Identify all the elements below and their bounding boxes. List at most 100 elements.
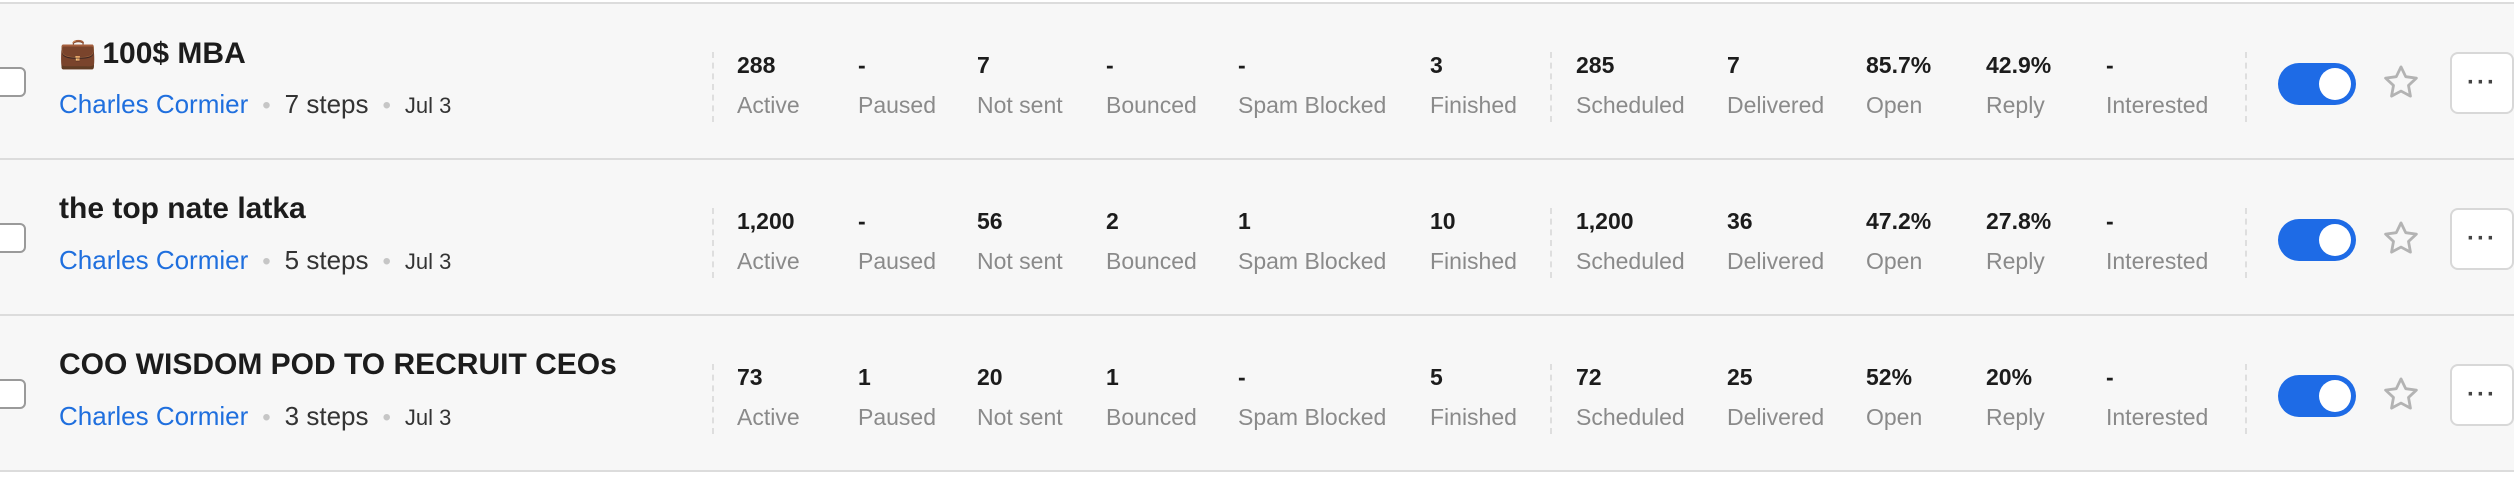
stat-value: 52% <box>1866 364 1913 390</box>
stat-label: Finished <box>1430 92 1517 118</box>
star-icon[interactable] <box>2380 218 2422 260</box>
sequence-title-text[interactable]: COO WISDOM POD TO RECRUIT CEOs <box>59 348 617 381</box>
stat-bounced: - Bounced <box>1106 52 1197 119</box>
stat-value: 72 <box>1576 364 1602 390</box>
stat-label: Active <box>737 248 800 274</box>
stats-divider <box>1550 364 1552 434</box>
stat-delivered: 36 Delivered <box>1727 208 1824 275</box>
stat-finished: 3 Finished <box>1430 52 1517 119</box>
stat-value: 56 <box>977 208 1003 234</box>
stat-label: Scheduled <box>1576 92 1685 118</box>
stat-value: 85.7% <box>1866 52 1932 78</box>
stat-reply: 42.9% Reply <box>1986 52 2051 119</box>
stat-paused: 1 Paused <box>858 364 936 431</box>
step-count: 3 steps <box>284 401 369 431</box>
stat-active: 73 Active <box>737 364 800 431</box>
stat-paused: - Paused <box>858 208 936 275</box>
stat-bounced: 2 Bounced <box>1106 208 1197 275</box>
star-icon[interactable] <box>2380 62 2422 104</box>
more-options-button[interactable]: ··· <box>2450 52 2514 114</box>
stat-scheduled: 285 Scheduled <box>1576 52 1685 119</box>
stat-value: 10 <box>1430 208 1456 234</box>
stat-value: 25 <box>1727 364 1753 390</box>
owner-link[interactable]: Charles Cormier <box>59 401 248 431</box>
sequence-title[interactable]: COO WISDOM POD TO RECRUIT CEOs <box>59 348 617 382</box>
stat-label: Delivered <box>1727 404 1825 430</box>
stats-divider <box>2245 52 2247 122</box>
sequence-row[interactable]: COO WISDOM POD TO RECRUIT CEOs Charles C… <box>0 316 2514 472</box>
sequence-list: 💼 100$ MBA Charles Cormier • 7 steps • Jul 3 … <box>0 0 2514 478</box>
stat-label: Spam Blocked <box>1238 92 1387 118</box>
stat-label: Paused <box>858 404 937 430</box>
sequence-title[interactable]: 💼 100$ MBA <box>59 36 246 71</box>
stat-value: 1,200 <box>1576 208 1634 234</box>
stat-value: 73 <box>737 364 763 390</box>
row-checkbox[interactable] <box>0 223 26 253</box>
stats-divider <box>2245 364 2247 434</box>
stat-value: 7 <box>1727 52 1740 78</box>
stat-label: Delivered <box>1727 92 1825 118</box>
stats-divider <box>712 208 714 278</box>
row-checkbox[interactable] <box>0 67 26 97</box>
separator-dot: • <box>382 248 391 275</box>
stat-delivered: 25 Delivered <box>1727 364 1824 431</box>
stat-value: 36 <box>1727 208 1753 234</box>
stat-label: Not sent <box>977 92 1063 118</box>
star-icon[interactable] <box>2380 374 2422 416</box>
owner-link[interactable]: Charles Cormier <box>59 245 248 275</box>
stat-interested: - Interested <box>2106 364 2208 431</box>
sequence-title-text[interactable]: the top nate latka <box>59 192 306 225</box>
more-options-button[interactable]: ··· <box>2450 364 2514 426</box>
stat-label: Interested <box>2106 248 2209 274</box>
stat-label: Active <box>737 404 800 430</box>
stats-divider <box>2245 208 2247 278</box>
stat-value: 1 <box>1106 364 1119 390</box>
stat-label: Paused <box>858 92 937 118</box>
stat-label: Open <box>1866 404 1923 430</box>
stat-reply: 20% Reply <box>1986 364 2045 431</box>
stat-finished: 5 Finished <box>1430 364 1517 431</box>
owner-link[interactable]: Charles Cormier <box>59 89 248 119</box>
stat-interested: - Interested <box>2106 52 2208 119</box>
sequence-meta: Charles Cormier • 5 steps • Jul 3 <box>59 245 451 276</box>
stat-delivered: 7 Delivered <box>1727 52 1824 119</box>
stats-divider <box>712 52 714 122</box>
stat-label: Open <box>1866 248 1923 274</box>
stat-label: Bounced <box>1106 404 1197 430</box>
stat-paused: - Paused <box>858 52 936 119</box>
stat-spam-blocked: - Spam Blocked <box>1238 364 1386 431</box>
stat-active: 288 Active <box>737 52 800 119</box>
separator-dot: • <box>382 404 391 431</box>
stat-value: - <box>1106 52 1114 78</box>
stat-scheduled: 1,200 Scheduled <box>1576 208 1685 275</box>
separator-dot: • <box>262 92 271 119</box>
stat-label: Bounced <box>1106 248 1197 274</box>
more-options-button[interactable]: ··· <box>2450 208 2514 270</box>
stat-value: 5 <box>1430 364 1443 390</box>
sequence-enabled-toggle[interactable] <box>2278 63 2356 105</box>
stat-open: 47.2% Open <box>1866 208 1931 275</box>
stat-value: 42.9% <box>1986 52 2052 78</box>
stats-divider <box>1550 208 1552 278</box>
sequence-row[interactable]: 💼 100$ MBA Charles Cormier • 7 steps • Jul 3 … <box>0 4 2514 160</box>
stats-divider <box>712 364 714 434</box>
sequence-title[interactable]: the top nate latka <box>59 192 306 226</box>
row-divider <box>0 470 2514 472</box>
row-checkbox[interactable] <box>0 379 26 409</box>
created-date: Jul 3 <box>404 93 452 118</box>
stat-value: 3 <box>1430 52 1443 78</box>
sequence-row[interactable]: the top nate latka Charles Cormier • 5 ste… <box>0 160 2514 316</box>
stat-label: Bounced <box>1106 92 1197 118</box>
stat-finished: 10 Finished <box>1430 208 1517 275</box>
stat-value: - <box>1238 52 1246 78</box>
stat-label: Interested <box>2106 404 2209 430</box>
stat-value: 47.2% <box>1866 208 1932 234</box>
stat-label: Reply <box>1986 248 2045 274</box>
sequence-enabled-toggle[interactable] <box>2278 375 2356 417</box>
stat-value: - <box>2106 52 2114 78</box>
sequence-enabled-toggle[interactable] <box>2278 219 2356 261</box>
stat-spam-blocked: 1 Spam Blocked <box>1238 208 1386 275</box>
stats-divider <box>1550 52 1552 122</box>
stat-label: Not sent <box>977 404 1063 430</box>
sequence-title-text[interactable]: 100$ MBA <box>102 37 245 70</box>
